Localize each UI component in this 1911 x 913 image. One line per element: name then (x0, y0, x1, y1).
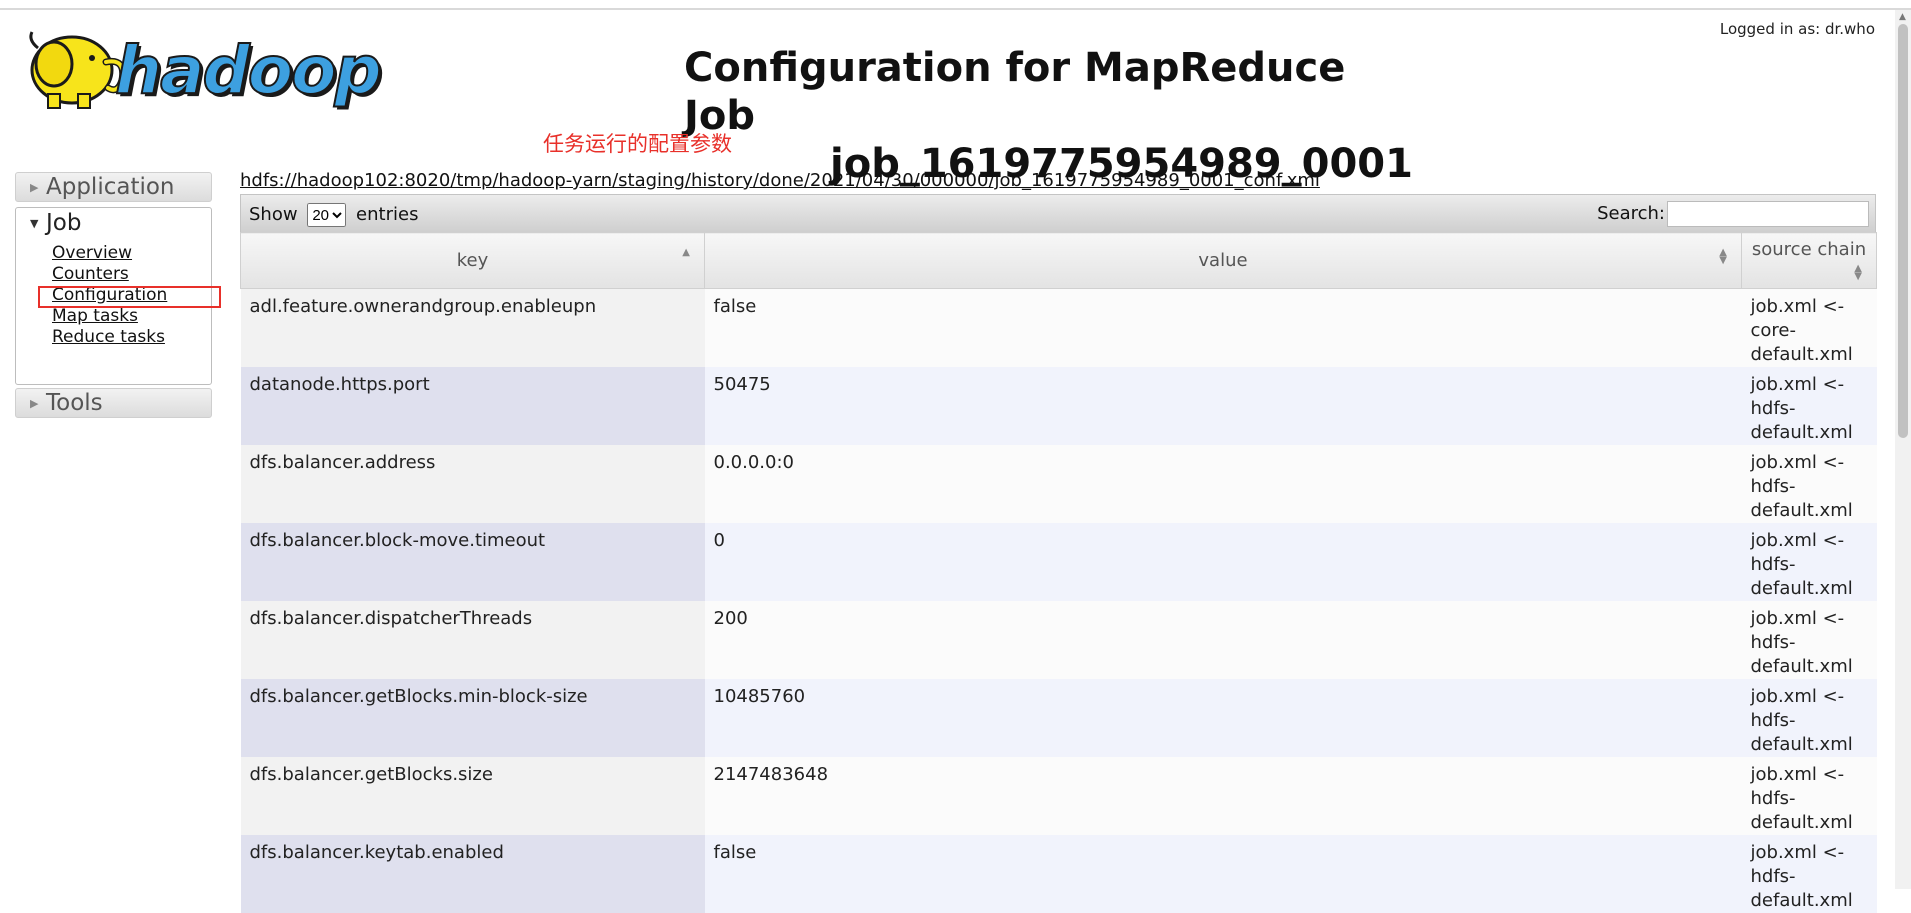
nav-application-label: Application (46, 174, 175, 200)
source-chain-line: core- (1751, 319, 1868, 343)
config-value-cell: false (705, 835, 1742, 913)
source-chain-line: hdfs- (1751, 553, 1868, 577)
table-row: adl.feature.ownerandgroup.enableupnfalse… (241, 289, 1877, 368)
source-chain-cell: job.xml <-hdfs-default.xml (1742, 757, 1877, 835)
nav-job[interactable]: ▼Job (16, 208, 211, 239)
column-header-source-chain[interactable]: source chain▲▼ (1742, 233, 1877, 289)
source-chain-line: default.xml (1751, 343, 1868, 367)
nav-tools-label: Tools (46, 390, 103, 416)
config-value-cell: 2147483648 (705, 757, 1742, 835)
source-chain-line: hdfs- (1751, 865, 1868, 889)
source-chain-line: job.xml <- (1751, 373, 1868, 397)
source-chain-line: hdfs- (1751, 709, 1868, 733)
source-chain-cell: job.xml <-hdfs-default.xml (1742, 835, 1877, 913)
table-row: dfs.balancer.getBlocks.size2147483648job… (241, 757, 1877, 835)
table-row: dfs.balancer.getBlocks.min-block-size104… (241, 679, 1877, 757)
source-chain-line: default.xml (1751, 733, 1868, 757)
config-table-body: adl.feature.ownerandgroup.enableupnfalse… (241, 289, 1877, 913)
config-value-cell: 10485760 (705, 679, 1742, 757)
page-size-select[interactable]: 20 (307, 203, 346, 227)
collapsed-triangle-icon: ▶ (30, 174, 46, 202)
source-chain-line: default.xml (1751, 421, 1868, 445)
source-chain-cell: job.xml <-hdfs-default.xml (1742, 367, 1877, 445)
source-chain-line: default.xml (1751, 577, 1868, 601)
table-row: dfs.balancer.dispatcherThreads200job.xml… (241, 601, 1877, 679)
source-chain-line: job.xml <- (1751, 529, 1868, 553)
column-header-value[interactable]: value▲▼ (705, 233, 1742, 289)
source-chain-line: job.xml <- (1751, 295, 1868, 319)
source-chain-line: default.xml (1751, 655, 1868, 679)
hadoop-logo[interactable]: hadoop hadoop (14, 18, 394, 114)
source-chain-line: job.xml <- (1751, 685, 1868, 709)
entries-label: entries (356, 204, 418, 225)
nav-tools[interactable]: ▶Tools (15, 388, 212, 418)
scroll-up-icon[interactable]: ▲ (1899, 12, 1906, 22)
sort-asc-icon: ▲ (682, 249, 690, 257)
page-scrollbar[interactable]: ▲ (1895, 10, 1911, 889)
config-key-cell: dfs.balancer.dispatcherThreads (241, 601, 705, 679)
sort-both-icon: ▲▼ (1854, 265, 1862, 281)
conf-file-link[interactable]: hdfs://hadoop102:8020/tmp/hadoop-yarn/st… (240, 170, 1320, 191)
nav-application[interactable]: ▶Application (15, 172, 212, 202)
page-size-control: Show 20 entries (249, 203, 418, 227)
nav-link-overview[interactable]: Overview (52, 243, 132, 263)
config-key-cell: datanode.https.port (241, 367, 705, 445)
show-label: Show (249, 204, 298, 225)
source-chain-line: job.xml <- (1751, 607, 1868, 631)
source-chain-line: job.xml <- (1751, 841, 1868, 865)
source-chain-line: default.xml (1751, 499, 1868, 523)
table-row: datanode.https.port50475job.xml <-hdfs-d… (241, 367, 1877, 445)
config-value-cell: 200 (705, 601, 1742, 679)
source-chain-line: default.xml (1751, 889, 1868, 913)
source-chain-cell: job.xml <-hdfs-default.xml (1742, 679, 1877, 757)
browser-top-border (0, 0, 1911, 10)
source-chain-line: hdfs- (1751, 787, 1868, 811)
nav-link-reduce-tasks[interactable]: Reduce tasks (52, 327, 165, 347)
config-value-cell: 50475 (705, 367, 1742, 445)
logo-wordmark-front: hadoop (115, 32, 380, 109)
logged-in-label: Logged in as: dr.who (1720, 20, 1875, 38)
table-toolbar: Show 20 entries Search: (240, 194, 1876, 232)
source-chain-line: hdfs- (1751, 397, 1868, 421)
nav-link-counters[interactable]: Counters (52, 264, 129, 284)
source-chain-line: default.xml (1751, 811, 1868, 835)
source-chain-cell: job.xml <-core-default.xml (1742, 289, 1877, 368)
search-control: Search: (1597, 201, 1869, 227)
red-highlight-box (38, 286, 221, 308)
search-label: Search: (1597, 203, 1665, 224)
collapsed-triangle-icon: ▶ (30, 390, 46, 418)
config-key-cell: dfs.balancer.block-move.timeout (241, 523, 705, 601)
page-title: Configuration for MapReduce Job job_1619… (660, 44, 1420, 188)
config-key-cell: adl.feature.ownerandgroup.enableupn (241, 289, 705, 368)
red-annotation-text: 任务运行的配置参数 (543, 128, 732, 158)
nav-link-map-tasks[interactable]: Map tasks (52, 306, 138, 326)
source-chain-line: hdfs- (1751, 475, 1868, 499)
config-key-cell: dfs.balancer.keytab.enabled (241, 835, 705, 913)
config-value-cell: 0 (705, 523, 1742, 601)
source-chain-cell: job.xml <-hdfs-default.xml (1742, 445, 1877, 523)
source-chain-line: hdfs- (1751, 631, 1868, 655)
config-table: key▲ value▲▼ source chain▲▼ adl.feature.… (240, 232, 1877, 913)
config-key-cell: dfs.balancer.address (241, 445, 705, 523)
source-chain-line: job.xml <- (1751, 451, 1868, 475)
config-key-cell: dfs.balancer.getBlocks.size (241, 757, 705, 835)
source-chain-cell: job.xml <-hdfs-default.xml (1742, 601, 1877, 679)
sort-both-icon: ▲▼ (1719, 249, 1727, 265)
source-chain-cell: job.xml <-hdfs-default.xml (1742, 523, 1877, 601)
table-row: dfs.balancer.address0.0.0.0:0job.xml <-h… (241, 445, 1877, 523)
source-chain-line: job.xml <- (1751, 763, 1868, 787)
search-input[interactable] (1667, 201, 1869, 227)
nav-job-label: Job (46, 210, 81, 236)
config-key-cell: dfs.balancer.getBlocks.min-block-size (241, 679, 705, 757)
expanded-triangle-icon: ▼ (30, 209, 46, 239)
table-row: dfs.balancer.keytab.enabledfalsejob.xml … (241, 835, 1877, 913)
scrollbar-thumb[interactable] (1898, 24, 1908, 438)
config-value-cell: false (705, 289, 1742, 368)
page-title-line1: Configuration for MapReduce Job (660, 44, 1420, 140)
column-header-key[interactable]: key▲ (241, 233, 705, 289)
config-value-cell: 0.0.0.0:0 (705, 445, 1742, 523)
table-row: dfs.balancer.block-move.timeout0job.xml … (241, 523, 1877, 601)
hadoop-elephant-icon: hadoop hadoop (14, 18, 394, 114)
